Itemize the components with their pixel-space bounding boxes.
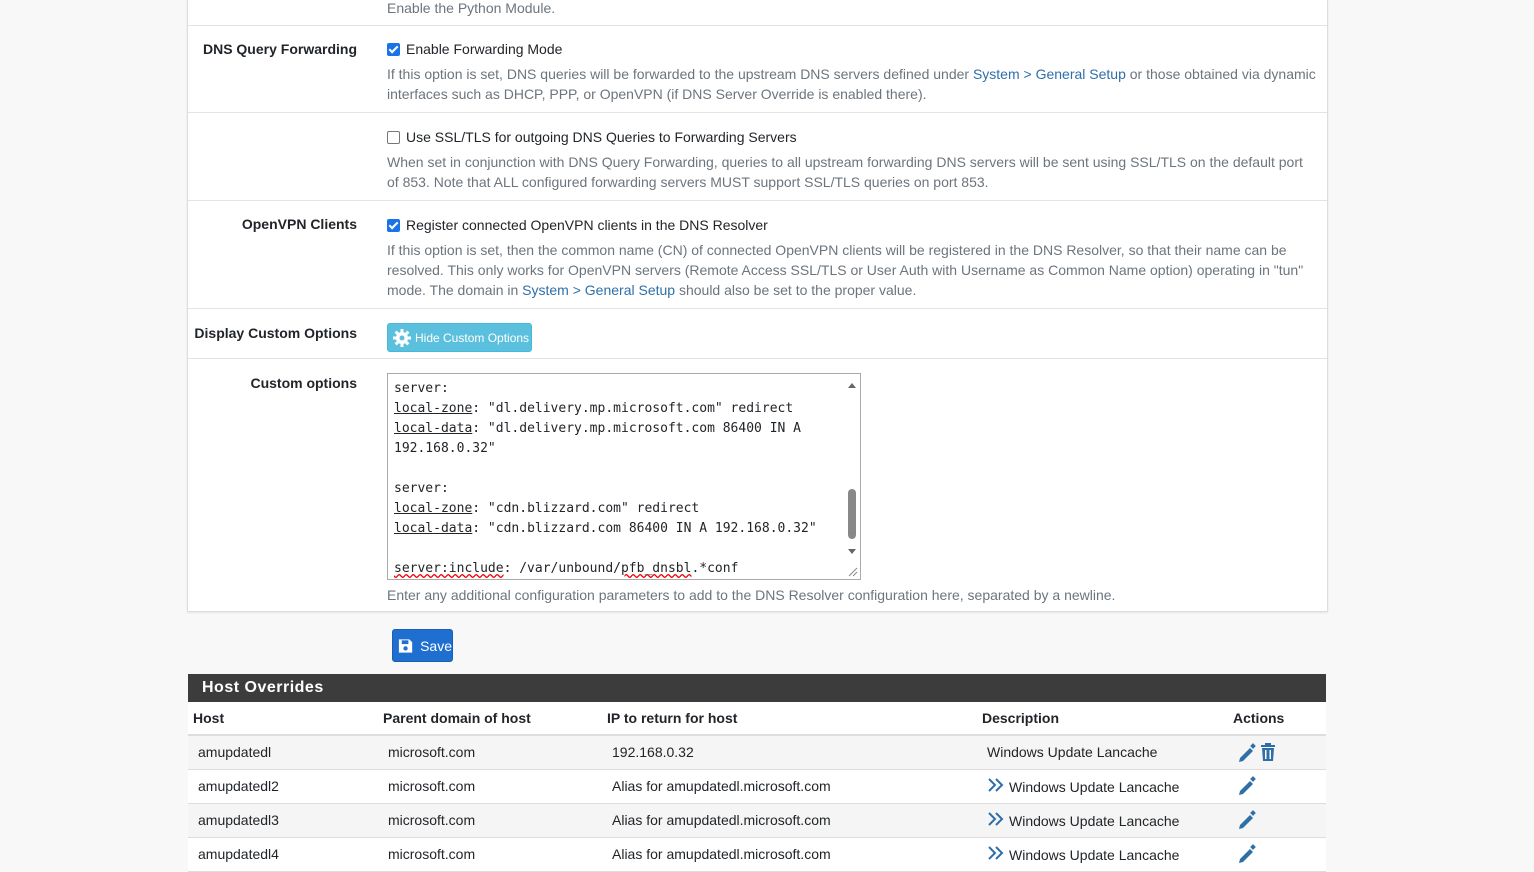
openvpn-help: If this option is set, then the common n… (387, 240, 1317, 300)
system-general-setup-link[interactable]: System > General Setup (973, 66, 1126, 82)
scroll-up-icon[interactable] (844, 378, 860, 392)
ta-line-4: 192.168.0.32" (394, 441, 496, 456)
cell-ip: Alias for amupdatedl.microsoft.com (612, 778, 831, 794)
forwarding-row: DNS Query Forwarding Enable Forwarding M… (188, 26, 1327, 113)
save-icon (398, 638, 413, 653)
openvpn-row: OpenVPN Clients Register connected OpenV… (188, 201, 1327, 309)
forwarding-help-text: If this option is set, DNS queries will … (387, 66, 973, 82)
ta-line-1: server: (394, 381, 449, 396)
cell-domain: microsoft.com (388, 744, 476, 760)
ta-line-6: server: (394, 481, 449, 496)
ta-line-8: local-data: "cdn.blizzard.com 86400 IN A… (394, 519, 817, 539)
system-general-setup-link-2[interactable]: System > General Setup (522, 282, 675, 298)
ta-token: : "dl.delivery.mp.microsoft.com" redirec… (472, 401, 794, 416)
cell-host: amupdatedl4 (198, 846, 279, 862)
openvpn-label: OpenVPN Clients (241, 216, 357, 232)
table-row: amupdatedl microsoft.com 192.168.0.32 Wi… (188, 736, 1326, 770)
ta-line-2: local-zone: "dl.delivery.mp.microsoft.co… (394, 399, 793, 419)
custom-options-help: Enter any additional configuration param… (387, 587, 1116, 603)
table-header-row: Host Parent domain of host IP to return … (188, 702, 1326, 736)
alias-chevrons-icon (988, 846, 1004, 860)
table-row: amupdatedl3 microsoft.com Alias for amup… (188, 804, 1326, 838)
ta-line-7: local-zone: "cdn.blizzard.com" redirect (394, 499, 699, 519)
table-row: amupdatedl4 microsoft.com Alias for amup… (188, 838, 1326, 872)
ssl-help: When set in conjunction with DNS Query F… (387, 154, 1303, 190)
ssl-row: Use SSL/TLS for outgoing DNS Queries to … (188, 113, 1327, 201)
openvpn-checkbox-label: Register connected OpenVPN clients in th… (406, 217, 768, 233)
trash-icon[interactable] (1258, 742, 1278, 762)
cell-description: Windows Update Lancache (1009, 847, 1180, 863)
col-domain: Parent domain of host (383, 710, 531, 726)
edit-icon[interactable] (1237, 810, 1257, 830)
scroll-down-icon[interactable] (844, 544, 860, 558)
save-label: Save (420, 637, 452, 654)
ta-token: : "cdn.blizzard.com" redirect (472, 501, 700, 516)
cell-host: amupdatedl (198, 744, 272, 760)
custom-options-label: Custom options (250, 375, 357, 391)
forwarding-label: DNS Query Forwarding (202, 41, 357, 57)
hide-custom-options-label: Hide Custom Options (415, 330, 530, 345)
ta-line-3: local-data: "dl.delivery.mp.microsoft.co… (394, 419, 801, 439)
forwarding-help: If this option is set, DNS queries will … (387, 64, 1317, 104)
ta-token: : "cdn.blizzard.com 86400 IN A 192.168.0… (472, 521, 817, 536)
forwarding-checkbox[interactable] (387, 43, 400, 56)
scrollbar-thumb[interactable] (848, 489, 856, 539)
edit-icon[interactable] (1237, 776, 1257, 796)
ta-token: : "dl.delivery.mp.microsoft.com 86400 IN… (472, 421, 802, 436)
edit-icon[interactable] (1237, 743, 1257, 763)
custom-display-label: Display Custom Options (194, 325, 357, 341)
forwarding-checkbox-line[interactable]: Enable Forwarding Mode (387, 39, 1317, 59)
openvpn-checkbox-line[interactable]: Register connected OpenVPN clients in th… (387, 215, 1317, 235)
python-help: Enable the Python Module. (387, 0, 556, 16)
ta-token: local-zone (394, 401, 473, 416)
gear-icon (393, 328, 411, 347)
ssl-checkbox[interactable] (387, 131, 400, 144)
settings-panel: Enable the Python Module. DNS Query Forw… (187, 0, 1328, 612)
table-row: amupdatedl2 microsoft.com Alias for amup… (188, 770, 1326, 804)
ta-token: pfb_dnsbl (620, 561, 692, 576)
cell-domain: microsoft.com (388, 778, 476, 794)
textarea-scrollbar[interactable] (844, 374, 860, 579)
ta-token: local-zone (394, 501, 473, 516)
cell-ip: Alias for amupdatedl.microsoft.com (612, 812, 831, 828)
cell-description: Windows Update Lancache (1009, 813, 1180, 829)
custom-display-row: Display Custom Options Hide Custom Optio… (188, 309, 1327, 359)
col-description: Description (982, 710, 1060, 726)
ta-token: local-data (394, 421, 473, 436)
col-host: Host (193, 710, 225, 726)
cell-description: Windows Update Lancache (987, 744, 1158, 760)
hide-custom-options-button[interactable]: Hide Custom Options (387, 323, 532, 352)
host-overrides-table: Host Parent domain of host IP to return … (188, 702, 1326, 872)
alias-chevrons-icon (988, 778, 1004, 792)
python-row: Enable the Python Module. (188, 0, 1327, 26)
openvpn-help-text-2: should also be set to the proper value. (675, 282, 917, 298)
col-actions: Actions (1233, 710, 1285, 726)
host-overrides-title: Host Overrides (188, 674, 1326, 702)
cell-host: amupdatedl3 (198, 812, 279, 828)
ta-token: server:include (394, 561, 504, 576)
edit-icon[interactable] (1237, 844, 1257, 864)
custom-options-textarea[interactable]: server: local-zone: "dl.delivery.mp.micr… (387, 373, 861, 580)
save-button[interactable]: Save (392, 629, 453, 662)
openvpn-checkbox[interactable] (387, 219, 400, 232)
ta-line-10: server:include: /var/unbound/pfb_dnsbl.*… (394, 559, 738, 579)
cell-domain: microsoft.com (388, 812, 476, 828)
cell-description: Windows Update Lancache (1009, 779, 1180, 795)
ssl-checkbox-line[interactable]: Use SSL/TLS for outgoing DNS Queries to … (387, 127, 1317, 147)
alias-chevrons-icon (988, 812, 1004, 826)
cell-host: amupdatedl2 (198, 778, 279, 794)
cell-ip: Alias for amupdatedl.microsoft.com (612, 846, 831, 862)
cell-ip: 192.168.0.32 (612, 744, 694, 760)
resize-grip-icon[interactable] (845, 564, 859, 578)
ta-token: : /var/unbound/ (503, 561, 621, 576)
ta-token: .*conf (691, 561, 739, 576)
custom-options-row: Custom options server: local-zone: "dl.d… (188, 359, 1327, 610)
ssl-checkbox-label: Use SSL/TLS for outgoing DNS Queries to … (406, 129, 797, 145)
forwarding-checkbox-label: Enable Forwarding Mode (406, 41, 563, 57)
ta-token: local-data (394, 521, 473, 536)
cell-domain: microsoft.com (388, 846, 476, 862)
col-ip: IP to return for host (607, 710, 738, 726)
